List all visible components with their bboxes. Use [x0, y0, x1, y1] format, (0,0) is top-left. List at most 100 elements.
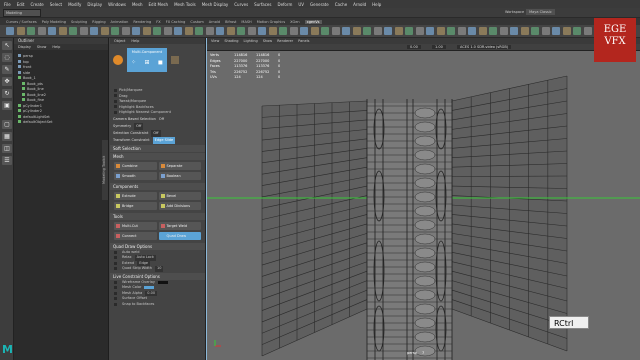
shelf-tool-icon[interactable]: [520, 27, 529, 35]
live-constraint-section[interactable]: Live Constraint Options: [110, 272, 205, 280]
face-mode-icon[interactable]: ◼: [158, 59, 163, 66]
shelf-tool-icon[interactable]: [363, 27, 371, 35]
toolkit-menu-help[interactable]: Help: [131, 39, 139, 43]
scale-tool-icon[interactable]: ▣: [2, 101, 12, 110]
shelf-tool-icon[interactable]: [69, 27, 77, 35]
menu-item-help[interactable]: Help: [372, 2, 381, 7]
shelf-tab-custom[interactable]: Custom: [190, 20, 203, 24]
shelf-tool-icon[interactable]: [184, 27, 193, 35]
layout-single-icon[interactable]: ▢: [2, 120, 12, 129]
shelf-tab-mash[interactable]: MASH: [241, 20, 251, 24]
menu-item-windows[interactable]: Windows: [108, 2, 126, 7]
menu-item-mesh-tools[interactable]: Mesh Tools: [174, 2, 196, 7]
shelf-tool-icon[interactable]: [478, 27, 487, 35]
shelf-tool-icon[interactable]: [310, 27, 319, 35]
viewport-menu-shading[interactable]: Shading: [224, 39, 238, 43]
shelf-tool-icon[interactable]: [111, 27, 119, 35]
camera-based-selection[interactable]: Camera Based Selection Off: [110, 116, 205, 123]
shelf-tab-arnold[interactable]: Arnold: [209, 20, 220, 24]
shelf-tool-icon[interactable]: [384, 27, 392, 35]
lasso-tool-icon[interactable]: ◌: [2, 53, 12, 62]
shelf-tool-icon[interactable]: [27, 27, 35, 35]
shelf-tab-xgenvs[interactable]: xgenVs: [304, 19, 322, 24]
shelf-tool-icon[interactable]: [289, 27, 298, 35]
shelf-tool-icon[interactable]: [436, 27, 445, 35]
shelf-tool-icon[interactable]: [447, 27, 455, 35]
rotate-tool-icon[interactable]: ↻: [2, 89, 12, 98]
shelf-tool-icon[interactable]: [48, 27, 56, 35]
outliner-menu-show[interactable]: Show: [37, 45, 46, 49]
symmetry-value[interactable]: Off: [134, 122, 144, 130]
soft-selection-section[interactable]: Soft Selection: [110, 144, 205, 152]
quad-option-value[interactable]: 10: [154, 266, 164, 272]
menu-item-edit[interactable]: Edit: [17, 2, 25, 7]
tool-button-combine[interactable]: Combine: [114, 161, 157, 170]
tool-button-smooth[interactable]: Smooth: [114, 171, 157, 180]
viewport-menu-view[interactable]: View: [211, 39, 219, 43]
outliner-menu-help[interactable]: Help: [52, 45, 60, 49]
menu-item-display[interactable]: Display: [87, 2, 102, 7]
tool-button-connect[interactable]: Connect: [114, 231, 157, 240]
shelf-tool-icon[interactable]: [279, 27, 287, 35]
menu-item-generate[interactable]: Generate: [310, 2, 329, 7]
object-mode-icon[interactable]: [113, 55, 123, 65]
checkbox[interactable]: [114, 105, 117, 108]
shelf-tool-icon[interactable]: [268, 27, 277, 35]
checkbox[interactable]: [114, 302, 117, 306]
shelf-tab-motion-graphics[interactable]: Motion Graphics: [257, 20, 285, 24]
shelf-tool-icon[interactable]: [331, 27, 340, 35]
menu-item-modify[interactable]: Modify: [68, 2, 81, 7]
tool-button-separate[interactable]: Separate: [158, 161, 201, 170]
shelf-tool-icon[interactable]: [16, 27, 25, 35]
vertex-mode-icon[interactable]: ⁘: [131, 59, 136, 66]
shelf-tool-icon[interactable]: [541, 27, 550, 35]
layout-four-icon[interactable]: ▦: [2, 132, 12, 141]
menu-item-curves[interactable]: Curves: [234, 2, 248, 7]
shelf-tool-icon[interactable]: [394, 27, 403, 35]
shelf-tool-icon[interactable]: [415, 27, 424, 35]
shelf-tool-icon[interactable]: [531, 27, 539, 35]
live-option-value[interactable]: 0.00: [145, 290, 158, 296]
shelf-tool-icon[interactable]: [510, 27, 518, 35]
checkbox[interactable]: [114, 261, 117, 265]
checkbox[interactable]: [114, 280, 117, 284]
shelf-tool-icon[interactable]: [583, 27, 592, 35]
shelf-tool-icon[interactable]: [174, 27, 182, 35]
quad-draw-section[interactable]: Quad Draw Options: [110, 242, 205, 250]
perspective-viewport[interactable]: View Shading Lighting Show Renderer Panels AC…: [207, 38, 640, 360]
tool-button-extrude[interactable]: Extrude: [114, 191, 157, 200]
outliner-menu-display[interactable]: Display: [18, 45, 31, 49]
shelf-tool-icon[interactable]: [6, 27, 14, 35]
shelf-tool-icon[interactable]: [195, 27, 203, 35]
move-tool-icon[interactable]: ✥: [2, 77, 12, 86]
shelf-tool-icon[interactable]: [457, 27, 466, 35]
shelf-tool-icon[interactable]: [237, 27, 245, 35]
toolkit-menu-object[interactable]: Object: [114, 39, 125, 43]
shelf-tab-curves-surfaces[interactable]: Curves / Surfaces: [6, 20, 37, 24]
shelf-tool-icon[interactable]: [342, 27, 350, 35]
multi-component-button[interactable]: Multi-Component ⁘ ⊞ ◼: [127, 48, 167, 72]
outliner-layout-icon[interactable]: ☰: [2, 156, 12, 165]
shelf-tool-icon[interactable]: [499, 27, 508, 35]
shelf-tool-icon[interactable]: [258, 27, 266, 35]
outliner-item[interactable]: defaultObjectSet: [14, 120, 108, 126]
menu-item-uv[interactable]: UV: [298, 2, 304, 7]
menu-item-file[interactable]: File: [4, 2, 11, 7]
shelf-tool-icon[interactable]: [163, 27, 172, 35]
shelf-tool-icon[interactable]: [90, 27, 98, 35]
shelf-tab-bifrost[interactable]: Bifrost: [225, 20, 236, 24]
shelf-tool-icon[interactable]: [321, 27, 329, 35]
shelf-tool-icon[interactable]: [79, 27, 88, 35]
shelf-tab-fx-caching[interactable]: FX Caching: [166, 20, 186, 24]
viewport-menu-lighting[interactable]: Lighting: [244, 39, 258, 43]
checkbox[interactable]: [114, 88, 117, 92]
shelf-tool-icon[interactable]: [58, 27, 67, 35]
checkbox[interactable]: [114, 99, 117, 103]
menu-item-arnold[interactable]: Arnold: [353, 2, 366, 7]
menu-item-create[interactable]: Create: [30, 2, 43, 7]
shelf-tool-icon[interactable]: [121, 27, 130, 35]
menu-item-deform[interactable]: Deform: [277, 2, 292, 7]
shelf-tab-rigging[interactable]: Rigging: [92, 20, 105, 24]
mesh-color-swatch[interactable]: [144, 286, 155, 290]
layout-two-icon[interactable]: ◫: [2, 144, 12, 153]
